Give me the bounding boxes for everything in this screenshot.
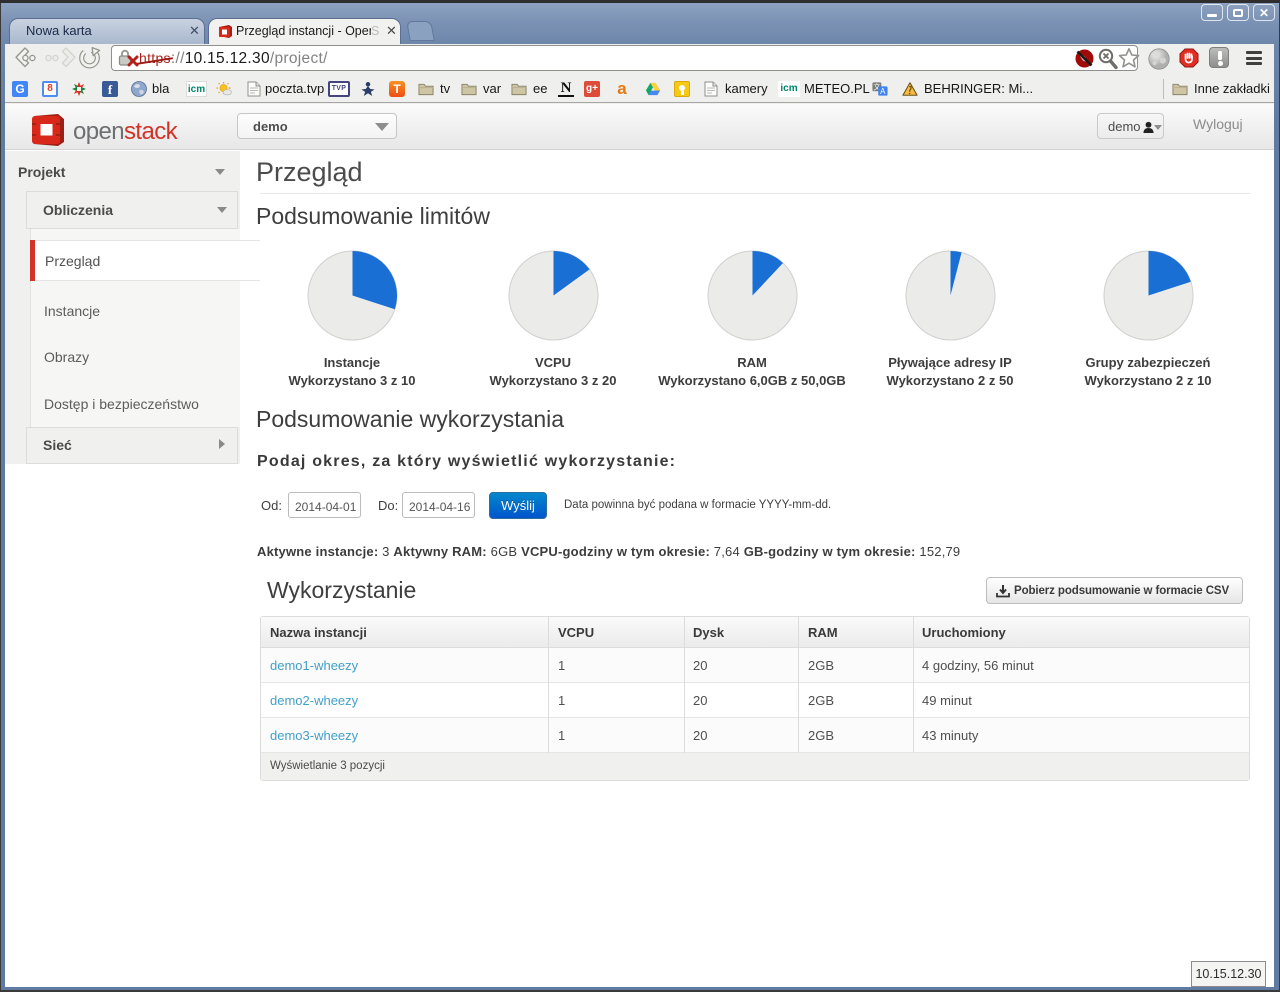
- svg-text:A: A: [880, 87, 886, 96]
